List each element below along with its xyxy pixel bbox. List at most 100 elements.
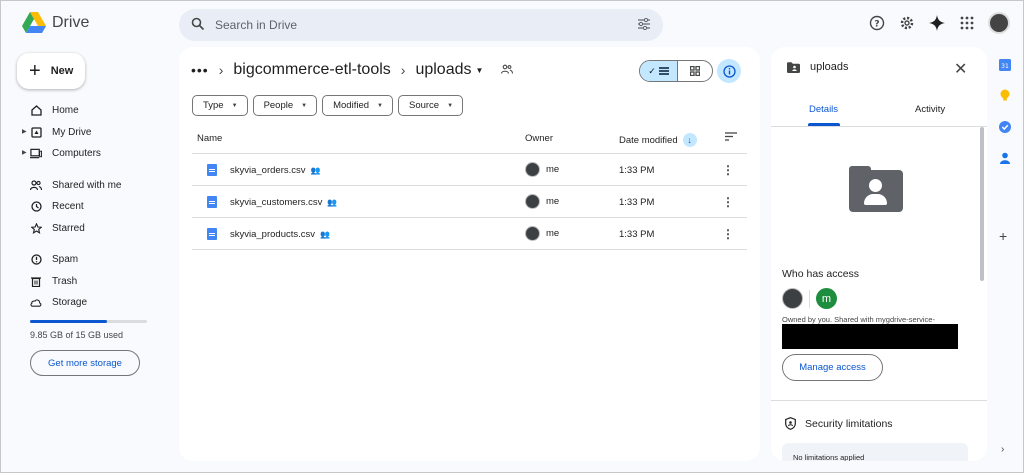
sidebar-item-label: Home bbox=[52, 105, 79, 117]
storage-progress-bar bbox=[30, 319, 147, 323]
details-header: uploads bbox=[787, 61, 849, 73]
filter-type[interactable]: Type ▼ bbox=[192, 95, 248, 116]
shared-icon bbox=[30, 179, 42, 191]
add-app-icon[interactable]: + bbox=[999, 228, 1007, 244]
breadcrumb-parent[interactable]: bigcommerce-etl-tools bbox=[233, 61, 390, 79]
storage-usage-text: 9.85 GB of 15 GB used bbox=[30, 329, 124, 340]
apps-grid-icon[interactable] bbox=[958, 14, 976, 32]
account-avatar[interactable] bbox=[988, 12, 1010, 34]
file-name: skyvia_customers.csv 👥 bbox=[230, 197, 337, 208]
check-icon: ✓ bbox=[648, 65, 656, 76]
top-bar-actions: ? bbox=[868, 12, 1010, 34]
document-icon bbox=[207, 164, 217, 176]
calendar-icon[interactable]: 31 bbox=[999, 58, 1012, 71]
details-title: uploads bbox=[810, 61, 849, 73]
new-button[interactable]: + New bbox=[17, 53, 85, 89]
sidebar-nav: Home ▶ My Drive ▶ Computers Shared with … bbox=[22, 100, 162, 340]
list-icon bbox=[658, 67, 669, 75]
search-options-icon[interactable] bbox=[637, 18, 651, 30]
expand-caret-icon[interactable]: ▶ bbox=[22, 128, 27, 135]
drive-logo-icon bbox=[22, 12, 46, 33]
file-modified: 1:33 PM bbox=[619, 197, 655, 208]
shared-folder-icon bbox=[501, 61, 514, 79]
column-header-date-modified[interactable]: Date modified ↓ bbox=[619, 133, 697, 147]
close-icon[interactable]: ✕ bbox=[954, 59, 967, 79]
star-icon bbox=[30, 222, 42, 234]
plus-icon: + bbox=[29, 60, 41, 82]
sidebar-item-my-drive[interactable]: ▶ My Drive bbox=[22, 122, 162, 144]
grid-view-button[interactable] bbox=[678, 61, 712, 81]
table-row[interactable]: skyvia_products.csv 👥 me 1:33 PM ⋮ bbox=[192, 218, 747, 250]
more-actions-icon[interactable]: ⋮ bbox=[722, 195, 734, 209]
table-row[interactable]: skyvia_customers.csv 👥 me 1:33 PM ⋮ bbox=[192, 186, 747, 218]
column-header-name[interactable]: Name bbox=[197, 133, 222, 144]
filter-people[interactable]: People ▼ bbox=[252, 95, 318, 116]
details-scrollbar[interactable] bbox=[980, 127, 984, 281]
filter-chips: Type ▼ People ▼ Modified ▼ Source ▼ bbox=[192, 95, 464, 116]
contacts-icon[interactable] bbox=[999, 151, 1012, 164]
trash-icon bbox=[30, 275, 42, 287]
filter-label: Type bbox=[203, 100, 224, 111]
document-icon bbox=[207, 196, 217, 208]
tab-details[interactable]: Details bbox=[809, 104, 838, 115]
sidebar-item-trash[interactable]: Trash bbox=[22, 271, 162, 293]
file-name-text: skyvia_customers.csv bbox=[230, 197, 323, 208]
file-owner: me bbox=[525, 194, 559, 209]
access-avatars[interactable]: m bbox=[782, 288, 837, 309]
sidebar-item-computers[interactable]: ▶ Computers bbox=[22, 143, 162, 165]
gemini-sparkle-icon[interactable] bbox=[928, 14, 946, 32]
divider bbox=[771, 400, 987, 401]
dropdown-arrow-icon: ▼ bbox=[475, 65, 484, 75]
drive-logo[interactable]: Drive bbox=[22, 12, 89, 34]
filter-modified[interactable]: Modified ▼ bbox=[322, 95, 393, 116]
manage-access-button[interactable]: Manage access bbox=[782, 354, 883, 381]
owner-text: me bbox=[546, 228, 560, 239]
filter-label: People bbox=[263, 100, 294, 111]
search-bar[interactable] bbox=[179, 9, 663, 41]
more-actions-icon[interactable]: ⋮ bbox=[722, 163, 734, 177]
search-icon[interactable] bbox=[191, 17, 205, 31]
file-list-panel: ••• › bigcommerce-etl-tools › uploads ▼ … bbox=[179, 47, 760, 461]
breadcrumb-more-button[interactable]: ••• bbox=[191, 62, 209, 78]
spam-icon bbox=[30, 254, 42, 266]
sidebar-item-storage[interactable]: Storage bbox=[22, 292, 162, 314]
home-icon bbox=[30, 105, 42, 117]
owner-text: me bbox=[546, 164, 560, 175]
file-name-text: skyvia_orders.csv bbox=[230, 165, 306, 176]
more-actions-icon[interactable]: ⋮ bbox=[722, 227, 734, 241]
sidebar-item-spam[interactable]: Spam bbox=[22, 249, 162, 271]
column-header-owner[interactable]: Owner bbox=[525, 133, 553, 144]
view-details-button[interactable] bbox=[717, 59, 741, 83]
sort-direction-icon[interactable]: ↓ bbox=[682, 133, 697, 147]
sidebar-item-home[interactable]: Home bbox=[22, 100, 162, 122]
shield-icon bbox=[785, 417, 796, 430]
keep-icon[interactable] bbox=[999, 89, 1012, 102]
tasks-icon[interactable] bbox=[999, 120, 1012, 133]
search-input[interactable] bbox=[215, 15, 615, 35]
details-tabs: Details Activity bbox=[771, 95, 987, 127]
current-folder-name: uploads bbox=[415, 61, 472, 78]
tab-activity[interactable]: Activity bbox=[915, 104, 945, 115]
chevron-right-icon[interactable]: › bbox=[1001, 444, 1004, 455]
sidebar-item-starred[interactable]: Starred bbox=[22, 218, 162, 240]
clock-icon bbox=[30, 201, 42, 213]
details-panel: uploads ✕ Details Activity Who has acces… bbox=[771, 47, 987, 461]
filter-source[interactable]: Source ▼ bbox=[397, 95, 464, 116]
dropdown-arrow-icon: ▼ bbox=[301, 102, 308, 109]
sidebar-item-recent[interactable]: Recent bbox=[22, 196, 162, 218]
table-row[interactable]: skyvia_orders.csv 👥 me 1:33 PM ⋮ bbox=[192, 154, 747, 186]
get-more-storage-button[interactable]: Get more storage bbox=[30, 350, 140, 376]
filter-label: Source bbox=[408, 100, 440, 111]
column-header-label: Date modified bbox=[619, 134, 678, 146]
breadcrumb-current-folder[interactable]: uploads ▼ bbox=[415, 61, 483, 79]
list-view-button[interactable]: ✓ bbox=[640, 61, 678, 81]
settings-icon[interactable] bbox=[898, 14, 916, 32]
sidebar-item-shared-with-me[interactable]: Shared with me bbox=[22, 175, 162, 197]
document-icon bbox=[207, 228, 217, 240]
expand-caret-icon[interactable]: ▶ bbox=[22, 149, 27, 156]
shared-user-avatar: m bbox=[816, 288, 837, 309]
sort-options-icon[interactable] bbox=[725, 132, 737, 144]
help-icon[interactable]: ? bbox=[868, 14, 886, 32]
chevron-right-icon: › bbox=[400, 62, 406, 78]
owner-text: me bbox=[546, 196, 560, 207]
